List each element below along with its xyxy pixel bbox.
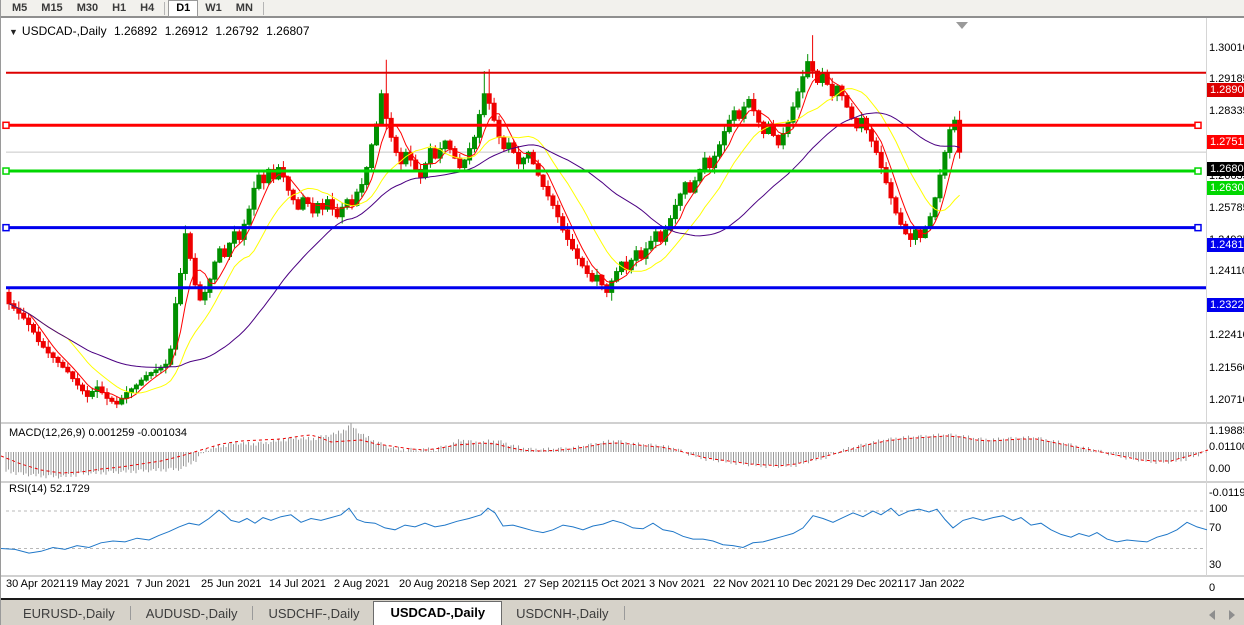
price-axis-label: 1.20710 bbox=[1209, 394, 1244, 406]
chevron-down-icon: ▼ bbox=[9, 27, 18, 37]
tab-usdchf-daily[interactable]: USDCHF-,Daily bbox=[254, 603, 373, 625]
tab-usdcad-daily[interactable]: USDCAD-,Daily bbox=[373, 601, 502, 625]
tab-usdcnh-daily[interactable]: USDCNH-,Daily bbox=[502, 603, 622, 625]
tab-scroll-controls bbox=[1209, 610, 1244, 625]
mt4-chart-window: M5M15M30H1H4 D1W1MN ▼ USDCAD-,Daily 1.2689… bbox=[0, 0, 1244, 625]
timeframe-button-H4[interactable]: H4 bbox=[133, 1, 161, 16]
tab-audusd-daily[interactable]: AUDUSD-,Daily bbox=[132, 603, 252, 625]
ohlc-open: 1.26892 bbox=[114, 24, 157, 38]
rsi-scale-label: 30 bbox=[1209, 559, 1221, 571]
timeframe-button-M5[interactable]: M5 bbox=[5, 1, 34, 16]
timeframe-button-H1[interactable]: H1 bbox=[105, 1, 133, 16]
date-label: 27 Sep 2021 bbox=[524, 578, 586, 590]
tab-divider bbox=[252, 606, 253, 620]
price-axis-label: 1.24110 bbox=[1209, 265, 1244, 277]
date-label: 15 Oct 2021 bbox=[586, 578, 646, 590]
tab-eurusd-daily[interactable]: EURUSD-,Daily bbox=[9, 603, 129, 625]
timeframe-toolbar: M5M15M30H1H4 D1W1MN bbox=[1, 0, 1244, 17]
timeframe-button-M30[interactable]: M30 bbox=[70, 1, 105, 16]
price-level-badge: 1.24811 bbox=[1207, 238, 1244, 252]
ohlc-high: 1.26912 bbox=[165, 24, 208, 38]
date-label: 2 Aug 2021 bbox=[334, 578, 390, 590]
right-shift-triangle-icon bbox=[956, 22, 968, 29]
date-label: 10 Dec 2021 bbox=[777, 578, 839, 590]
tab-divider bbox=[130, 606, 131, 620]
macd-scale-label: -0.01190 bbox=[1209, 487, 1244, 499]
date-label: 8 Sep 2021 bbox=[461, 578, 517, 590]
date-label: 30 Apr 2021 bbox=[6, 578, 65, 590]
ohlc-low: 1.26792 bbox=[215, 24, 258, 38]
date-label: 19 May 2021 bbox=[66, 578, 130, 590]
price-axis-label: 1.22410 bbox=[1209, 329, 1244, 341]
toolbar-divider bbox=[263, 2, 264, 15]
date-label: 20 Aug 2021 bbox=[399, 578, 461, 590]
price-level-badge: 1.26308 bbox=[1207, 181, 1244, 195]
macd-scale-label: 0.00 bbox=[1209, 463, 1230, 475]
macd-indicator-label: MACD(12,26,9) 0.001259 -0.001034 bbox=[9, 427, 187, 439]
tab-scroll-right-icon[interactable] bbox=[1229, 610, 1235, 620]
rsi-scale-label: 100 bbox=[1209, 503, 1227, 515]
chart-tab-bar: EURUSD-,DailyAUDUSD-,DailyUSDCHF-,DailyU… bbox=[1, 600, 1244, 625]
current-price-badge: 1.26807 bbox=[1207, 162, 1244, 176]
date-label: 29 Dec 2021 bbox=[841, 578, 903, 590]
chart-symbol-label: USDCAD-,Daily bbox=[22, 24, 107, 38]
rsi-indicator-label: RSI(14) 52.1729 bbox=[9, 483, 90, 495]
price-level-badge: 1.27517 bbox=[1207, 135, 1244, 149]
date-label: 14 Jul 2021 bbox=[269, 578, 326, 590]
timeframe-button-D1[interactable]: D1 bbox=[168, 0, 198, 17]
tab-divider bbox=[624, 606, 625, 620]
timeframe-button-MN[interactable]: MN bbox=[229, 1, 260, 16]
macd-scale-label: 0.011009 bbox=[1209, 441, 1244, 453]
price-axis-label: 1.21560 bbox=[1209, 362, 1244, 374]
date-label: 3 Nov 2021 bbox=[649, 578, 705, 590]
price-level-badge: 1.28906 bbox=[1207, 83, 1244, 97]
price-axis-label: 1.28335 bbox=[1209, 105, 1244, 117]
timeframe-button-M15[interactable]: M15 bbox=[34, 1, 69, 16]
price-axis-label: 1.25785 bbox=[1209, 202, 1244, 214]
tab-scroll-left-icon[interactable] bbox=[1209, 610, 1215, 620]
chart-canvas[interactable] bbox=[1, 17, 1244, 598]
chart-title: ▼ USDCAD-,Daily 1.26892 1.26912 1.26792 1… bbox=[9, 24, 314, 38]
toolbar-divider bbox=[164, 2, 165, 15]
price-level-badge: 1.23223 bbox=[1207, 298, 1244, 312]
price-axis-label: 1.30010 bbox=[1209, 42, 1244, 54]
date-label: 17 Jan 2022 bbox=[904, 578, 965, 590]
timeframe-button-W1[interactable]: W1 bbox=[198, 1, 229, 16]
price-axis-label: 1.19885 bbox=[1209, 425, 1244, 437]
chart-area[interactable]: ▼ USDCAD-,Daily 1.26892 1.26912 1.26792 1… bbox=[1, 17, 1244, 598]
date-label: 25 Jun 2021 bbox=[201, 578, 262, 590]
date-axis: 30 Apr 202119 May 2021 7 Jun 2021 25 Jun 2… bbox=[1, 578, 1244, 598]
ohlc-close: 1.26807 bbox=[266, 24, 309, 38]
date-label: 7 Jun 2021 bbox=[136, 578, 190, 590]
chart-tabs: EURUSD-,DailyAUDUSD-,DailyUSDCHF-,DailyU… bbox=[1, 599, 626, 625]
date-label: 22 Nov 2021 bbox=[713, 578, 775, 590]
rsi-scale-label: 70 bbox=[1209, 522, 1221, 534]
